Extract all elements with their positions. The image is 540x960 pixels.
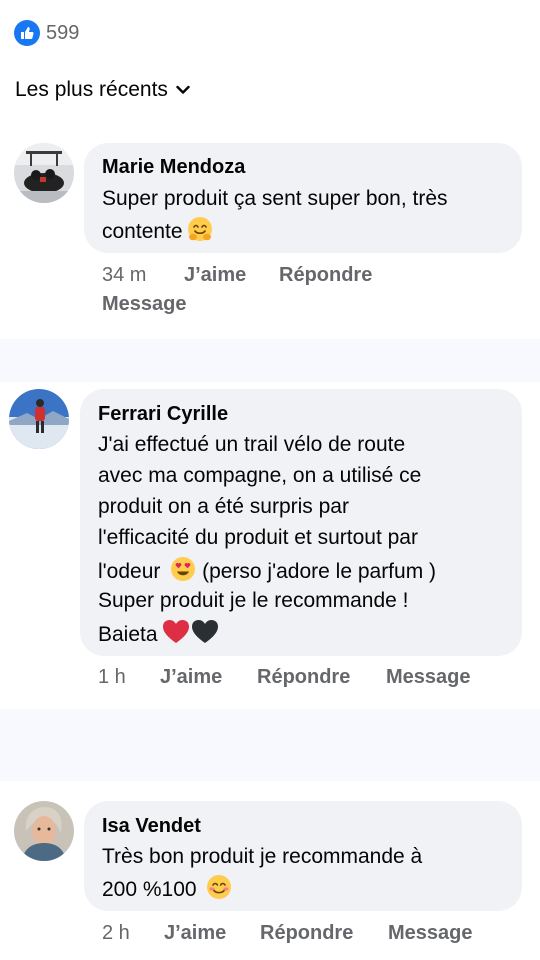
comment-text: avec ma compagne, on a utilisé ce bbox=[98, 464, 422, 487]
like-count: 599 bbox=[46, 21, 80, 44]
comment-text: Baieta bbox=[98, 623, 158, 646]
heart-eyes-emoji bbox=[170, 556, 196, 589]
comment-author[interactable]: Ferrari Cyrille bbox=[98, 403, 228, 426]
reply-button[interactable]: Répondre bbox=[279, 264, 372, 287]
reply-button[interactable]: Répondre bbox=[260, 922, 353, 945]
avatar[interactable] bbox=[14, 143, 74, 203]
comment-text: l'odeur bbox=[98, 560, 161, 583]
hugging-face-emoji bbox=[187, 216, 213, 249]
comment-text: Super produit ça sent super bon, très bbox=[102, 187, 448, 210]
reply-button[interactable]: Répondre bbox=[257, 666, 350, 689]
chevron-down-icon bbox=[176, 85, 190, 95]
comment-text: contente bbox=[102, 220, 183, 243]
black-heart-emoji bbox=[191, 619, 219, 652]
reaction-summary[interactable]: 599 bbox=[14, 20, 79, 46]
message-button[interactable]: Message bbox=[102, 293, 187, 316]
like-button[interactable]: J’aime bbox=[184, 264, 246, 287]
message-button[interactable]: Message bbox=[386, 666, 471, 689]
comment-text-line: l'odeur (perso j'adore le parfum ) bbox=[98, 556, 436, 589]
comment-text: produit on a été surpris par bbox=[98, 495, 349, 518]
thumbs-up-icon bbox=[14, 20, 40, 46]
comment-time: 34 m bbox=[102, 264, 147, 286]
like-button[interactable]: J’aime bbox=[160, 666, 222, 689]
comment-text: J'ai effectué un trail vélo de route bbox=[98, 433, 406, 456]
red-heart-emoji bbox=[162, 619, 190, 652]
comment-text-line: 200 %100 bbox=[102, 874, 232, 907]
avatar[interactable] bbox=[9, 389, 69, 449]
comment-time: 1 h bbox=[98, 666, 126, 688]
smiling-face-emoji bbox=[206, 874, 232, 907]
sort-label: Les plus récents bbox=[15, 78, 168, 101]
comment-text: 200 %100 bbox=[102, 878, 197, 901]
comment-author[interactable]: Marie Mendoza bbox=[102, 156, 245, 179]
comments-header: 599 Les plus récents bbox=[0, 0, 540, 127]
comment-text-line: Baieta bbox=[98, 619, 219, 652]
comment-author[interactable]: Isa Vendet bbox=[102, 815, 201, 838]
comment-text: (perso j'adore le parfum ) bbox=[202, 560, 437, 583]
sort-dropdown[interactable]: Les plus récents bbox=[15, 78, 190, 102]
comment-bubble[interactable] bbox=[80, 389, 522, 656]
like-button[interactable]: J’aime bbox=[164, 922, 226, 945]
comment-text-line: contente bbox=[102, 216, 213, 249]
avatar[interactable] bbox=[14, 801, 74, 861]
comment-text: l'efficacité du produit et surtout par bbox=[98, 526, 418, 549]
comment-time: 2 h bbox=[102, 922, 130, 944]
comment-text: Très bon produit je recommande à bbox=[102, 845, 423, 868]
comment-text: Super produit je le recommande ! bbox=[98, 589, 409, 612]
message-button[interactable]: Message bbox=[388, 922, 473, 945]
